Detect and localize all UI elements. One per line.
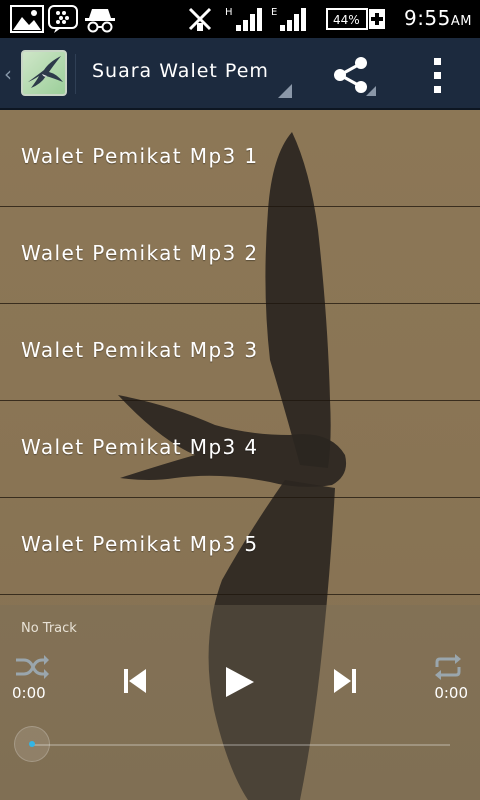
list-item[interactable]: Walet Pemikat Mp3 4 xyxy=(0,401,480,498)
signal-e-icon: E xyxy=(271,7,306,31)
list-item[interactable]: Walet Pemikat Mp3 2 xyxy=(0,207,480,304)
shuffle-icon[interactable] xyxy=(14,653,50,681)
status-bar: H E 44% 9:55AM xyxy=(0,0,480,38)
skip-previous-button[interactable] xyxy=(122,667,148,695)
battery-icon: 44% xyxy=(326,8,385,30)
repeat-icon[interactable] xyxy=(432,653,464,681)
track-title: Walet Pemikat Mp3 5 xyxy=(21,532,259,556)
no-signal-icon xyxy=(188,7,212,31)
track-title: Walet Pemikat Mp3 4 xyxy=(21,435,259,459)
overflow-menu-icon[interactable] xyxy=(420,52,456,98)
bbm-icon xyxy=(48,5,78,33)
clock-time: 9:55 xyxy=(403,6,451,30)
track-title: Walet Pemikat Mp3 2 xyxy=(21,241,259,265)
list-item[interactable]: Walet Pemikat Mp3 5 xyxy=(0,498,480,595)
track-list: Walet Pemikat Mp3 1 Walet Pemikat Mp3 2 … xyxy=(0,110,480,595)
play-button[interactable] xyxy=(222,665,256,699)
gallery-icon xyxy=(10,5,44,33)
app-logo[interactable] xyxy=(21,50,67,96)
skip-next-button[interactable] xyxy=(332,667,358,695)
signal-h-icon: H xyxy=(225,7,262,31)
incognito-icon xyxy=(85,9,115,33)
action-bar: ‹ Suara Walet Pemikat xyxy=(0,38,480,110)
track-title: Walet Pemikat Mp3 3 xyxy=(21,338,259,362)
elapsed-time: 0:00 xyxy=(12,684,46,702)
network-type-h: H xyxy=(225,7,233,18)
track-title: Walet Pemikat Mp3 1 xyxy=(21,144,259,168)
swallow-logo-icon xyxy=(28,56,63,88)
share-submenu-indicator xyxy=(366,86,376,96)
up-caret-icon[interactable]: ‹ xyxy=(4,62,12,86)
duration-time: 0:00 xyxy=(434,684,468,702)
content-area: Walet Pemikat Mp3 1 Walet Pemikat Mp3 2 … xyxy=(0,110,480,800)
clock: 9:55AM xyxy=(404,6,472,30)
list-item[interactable]: Walet Pemikat Mp3 1 xyxy=(0,110,480,207)
seekbar[interactable] xyxy=(32,744,450,746)
network-type-e: E xyxy=(271,7,277,18)
seekbar-thumb[interactable] xyxy=(14,726,50,762)
now-playing-label: No Track xyxy=(21,621,77,636)
seekbar-progress-dot xyxy=(29,741,35,747)
title-spinner-indicator xyxy=(278,84,292,98)
list-item[interactable]: Walet Pemikat Mp3 3 xyxy=(0,304,480,401)
app-title[interactable]: Suara Walet Pemikat xyxy=(92,60,270,82)
action-bar-divider xyxy=(75,54,76,94)
music-player: No Track 0:00 0:00 xyxy=(0,605,480,800)
clock-ampm: AM xyxy=(450,14,472,29)
battery-percent: 44% xyxy=(333,13,360,27)
